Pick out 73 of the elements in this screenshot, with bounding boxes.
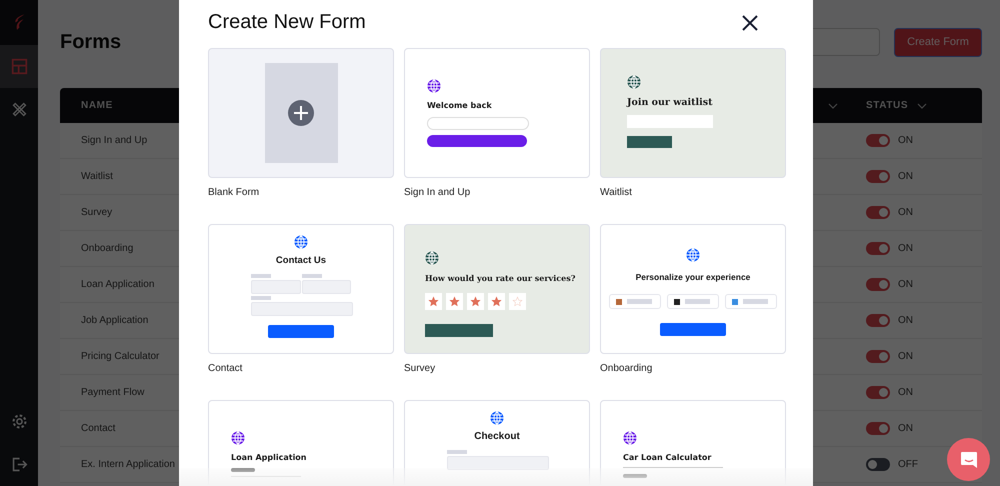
template-card[interactable]: Join our waitlist bbox=[600, 48, 786, 178]
status-label: OFF bbox=[898, 459, 918, 470]
tools-icon bbox=[10, 101, 28, 118]
chat-icon bbox=[958, 450, 978, 470]
plus-icon bbox=[288, 100, 314, 126]
template-card[interactable]: How would you rate our services? bbox=[404, 224, 590, 354]
button-drawing bbox=[268, 325, 334, 338]
table-cell: Ex. Intern Application bbox=[81, 459, 175, 470]
logout-icon bbox=[10, 456, 28, 473]
table-cell: Sign In and Up bbox=[81, 135, 148, 146]
preview-heading: Checkout bbox=[474, 431, 520, 442]
template-label: Onboarding bbox=[600, 363, 654, 374]
toggle-switch[interactable] bbox=[866, 134, 890, 147]
preview-heading: Contact Us bbox=[276, 255, 326, 266]
status-label: ON bbox=[898, 423, 913, 434]
table-cell: Contact bbox=[81, 423, 116, 434]
flame-logo-icon bbox=[12, 13, 26, 32]
close-button[interactable] bbox=[742, 14, 758, 30]
preview-heading: Personalize your experience bbox=[636, 272, 750, 282]
template-card[interactable]: Personalize your experience bbox=[600, 224, 786, 354]
toggle-switch[interactable] bbox=[866, 278, 890, 291]
template-card[interactable] bbox=[208, 48, 394, 178]
close-icon bbox=[742, 14, 758, 30]
toggle-switch[interactable] bbox=[866, 422, 890, 435]
status-label: ON bbox=[898, 279, 913, 290]
table-cell: Job Application bbox=[81, 315, 148, 326]
table-cell: Waitlist bbox=[81, 171, 113, 182]
toggle-switch[interactable] bbox=[866, 458, 890, 471]
toggle-switch[interactable] bbox=[866, 206, 890, 219]
preview-heading: Join our waitlist bbox=[627, 97, 712, 108]
chevron-icon[interactable] bbox=[917, 102, 928, 108]
table-cell: Onboarding bbox=[81, 243, 134, 254]
toggle-switch[interactable] bbox=[866, 170, 890, 183]
table-cell: Survey bbox=[81, 207, 112, 218]
status-label: ON bbox=[898, 351, 913, 362]
toggle-switch[interactable] bbox=[866, 314, 890, 327]
status-label: ON bbox=[898, 315, 913, 326]
template-card[interactable]: Loan Application bbox=[208, 400, 394, 486]
button-drawing bbox=[660, 323, 726, 336]
table-cell: Loan Application bbox=[81, 279, 154, 290]
preview-heading: Welcome back bbox=[427, 101, 492, 110]
template-label: Contact bbox=[208, 363, 244, 374]
button-drawing bbox=[425, 324, 493, 337]
table-cell: Payment Flow bbox=[81, 387, 144, 398]
template-label: Sign In and Up bbox=[404, 187, 472, 198]
template-card[interactable]: Checkout bbox=[404, 400, 590, 486]
template-label: Waitlist bbox=[600, 187, 633, 198]
page-title: Forms bbox=[60, 30, 122, 54]
dialog-title: Create New Form bbox=[208, 11, 366, 34]
template-card[interactable]: Contact Us bbox=[208, 224, 394, 354]
template-label: Blank Form bbox=[208, 187, 260, 198]
status-label: ON bbox=[898, 171, 913, 182]
template-label: Survey bbox=[404, 363, 436, 374]
toggle-switch[interactable] bbox=[866, 242, 890, 255]
preview-heading: Car Loan Calculator bbox=[623, 453, 712, 462]
status-label: ON bbox=[898, 387, 913, 398]
nav-button[interactable] bbox=[0, 45, 38, 88]
template-card[interactable]: Car Loan Calculator bbox=[600, 400, 786, 486]
label-drawing bbox=[231, 468, 255, 472]
layout-icon bbox=[10, 58, 28, 75]
toggle-switch[interactable] bbox=[866, 350, 890, 363]
status-label: ON bbox=[898, 243, 913, 254]
status-label: ON bbox=[898, 207, 913, 218]
preview-heading: How would you rate our services? bbox=[425, 273, 576, 283]
status-label: ON bbox=[898, 135, 913, 146]
chevron-icon[interactable] bbox=[828, 102, 838, 108]
template-card[interactable]: Welcome back bbox=[404, 48, 590, 178]
table-cell: Pricing Calculator bbox=[81, 351, 160, 362]
label-drawing bbox=[623, 474, 647, 478]
toggle-switch[interactable] bbox=[866, 386, 890, 399]
button-drawing bbox=[627, 136, 672, 148]
settings-icon bbox=[10, 413, 28, 430]
preview-heading: Loan Application bbox=[231, 453, 306, 462]
